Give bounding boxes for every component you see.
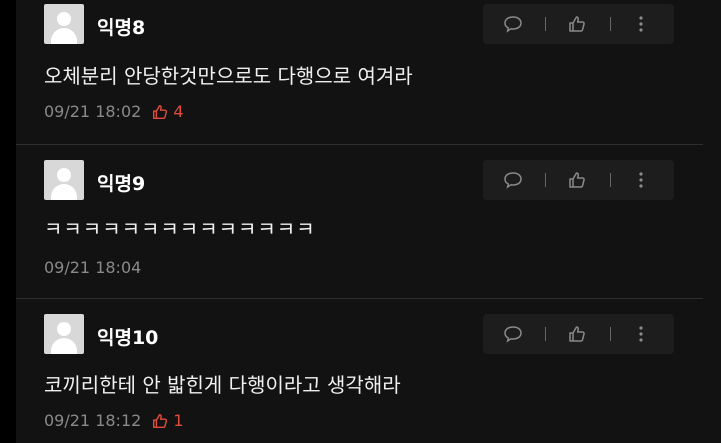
comment-divider (16, 298, 703, 299)
comment-actions (483, 160, 674, 200)
avatar-body (51, 338, 77, 354)
comment-author: 익명8 (97, 17, 146, 39)
thumbs-up-icon (153, 104, 168, 119)
like-button[interactable] (565, 324, 589, 344)
like-count-value: 1 (173, 411, 184, 430)
more-vertical-icon (639, 172, 643, 188)
more-vertical-icon (639, 326, 643, 342)
avatar-body (51, 28, 77, 44)
reply-button[interactable] (501, 14, 525, 34)
more-button[interactable] (631, 14, 651, 34)
avatar-body (51, 184, 77, 200)
thumbs-up-icon (569, 16, 585, 32)
speech-bubble-icon (504, 326, 522, 343)
speech-bubble-icon (504, 172, 522, 189)
action-separator (545, 173, 546, 187)
comment-time: 09/21 18:12 (44, 411, 142, 430)
action-separator (610, 173, 611, 187)
comment-text: ㅋㅋㅋㅋㅋㅋㅋㅋㅋㅋㅋㅋㅋㅋ (44, 217, 316, 241)
avatar-head (57, 12, 71, 26)
comment-time: 09/21 18:04 (44, 258, 142, 277)
comment-meta: 09/21 18:04 (44, 258, 141, 277)
like-button[interactable] (565, 170, 589, 190)
speech-bubble-icon (504, 16, 522, 33)
comment-author: 익명10 (97, 327, 159, 349)
thumbs-up-icon (569, 326, 585, 342)
comment-divider (16, 144, 703, 145)
reply-button[interactable] (501, 170, 525, 190)
comment-meta: 09/21 18:12 1 (44, 411, 184, 430)
like-count-value: 4 (173, 102, 184, 121)
like-button[interactable] (565, 14, 589, 34)
thumbs-up-icon (153, 413, 168, 428)
more-vertical-icon (639, 16, 643, 32)
avatar-head (57, 168, 71, 182)
reply-button[interactable] (501, 324, 525, 344)
comment-text: 오체분리 안당한것만으로도 다행으로 여겨라 (44, 64, 413, 88)
avatar-head (57, 322, 71, 336)
comment-text: 코끼리한테 안 밟힌게 다행이라고 생각해라 (44, 373, 401, 397)
action-separator (545, 327, 546, 341)
action-separator (610, 17, 611, 31)
action-separator (610, 327, 611, 341)
avatar (44, 314, 84, 354)
avatar (44, 4, 84, 44)
more-button[interactable] (631, 170, 651, 190)
action-separator (545, 17, 546, 31)
more-button[interactable] (631, 324, 651, 344)
comment-meta: 09/21 18:02 4 (44, 102, 184, 121)
comment-time: 09/21 18:02 (44, 102, 142, 121)
comment-author: 익명9 (97, 173, 146, 195)
comment-actions (483, 314, 674, 354)
like-count: 4 (151, 102, 184, 121)
comment-actions (483, 4, 674, 44)
thumbs-up-icon (569, 172, 585, 188)
avatar (44, 160, 84, 200)
like-count: 1 (151, 411, 184, 430)
